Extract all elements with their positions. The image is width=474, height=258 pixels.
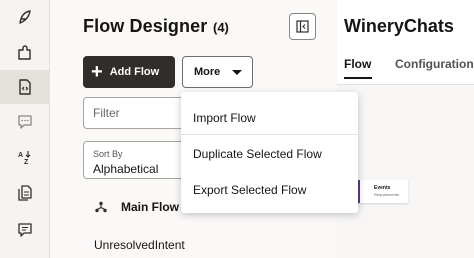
tabs-divider (337, 84, 474, 85)
caret-down-icon (232, 69, 243, 75)
feather-icon (19, 10, 31, 24)
menu-item-import-flow[interactable]: Import Flow (181, 100, 358, 136)
active-tab-indicator (344, 77, 372, 79)
sidebar-item-resources[interactable] (0, 176, 50, 210)
sidebar-item-translation[interactable]: A Z (0, 140, 50, 174)
sidebar-item-flows[interactable] (0, 70, 50, 104)
sidebar-item-conversation[interactable] (0, 105, 50, 139)
main-flow-item[interactable]: Main Flow (95, 200, 179, 214)
flow-list-item[interactable]: UnresolvedIntent (94, 238, 185, 252)
sidebar-item-insights[interactable] (0, 213, 50, 247)
sidebar-item-components[interactable] (0, 36, 50, 70)
more-label: More (194, 66, 221, 78)
add-flow-label: Add Flow (109, 66, 160, 78)
page-title: Flow Designer (83, 16, 208, 36)
tab-configuration[interactable]: Configuration (395, 57, 474, 71)
puzzle-icon (18, 45, 31, 60)
add-flow-button[interactable]: + Add Flow (83, 56, 175, 88)
flow-node-subtitle: Requirements (374, 192, 399, 197)
sort-by-value: Alphabetical (93, 162, 159, 176)
sort-by-caption: Sort By (93, 149, 123, 159)
plus-icon: + (91, 61, 103, 83)
sort-by-select[interactable]: Sort By Alphabetical (83, 141, 193, 179)
sidebar-item-feather[interactable] (0, 1, 50, 35)
flow-node-title: Events (374, 185, 391, 191)
documents-icon (18, 185, 32, 201)
sort-az-icon: A Z (18, 151, 31, 166)
chat-bubble-icon (18, 115, 32, 129)
flow-node[interactable]: Events Requirements (357, 180, 408, 203)
collapse-panel-icon (296, 20, 309, 33)
collapse-panel-button[interactable] (289, 13, 316, 40)
more-button[interactable]: More (182, 56, 253, 88)
menu-item-duplicate-flow[interactable]: Duplicate Selected Flow (181, 136, 358, 172)
svg-text:A: A (18, 152, 23, 159)
main-flow-label: Main Flow (121, 200, 179, 214)
flow-tree-icon (95, 201, 107, 213)
comment-icon (18, 223, 32, 237)
filter-input[interactable]: Filter (83, 97, 193, 129)
flow-count: (4) (213, 20, 229, 35)
svg-text:Z: Z (24, 159, 29, 166)
left-nav-rail: A Z (0, 0, 50, 258)
bot-name: WineryChats (344, 16, 454, 36)
menu-item-export-flow[interactable]: Export Selected Flow (181, 172, 358, 208)
menu-divider (181, 134, 358, 135)
more-dropdown-menu: Import Flow Duplicate Selected Flow Expo… (181, 92, 358, 213)
flow-document-icon (19, 79, 31, 95)
tab-flow[interactable]: Flow (344, 57, 371, 71)
filter-placeholder: Filter (93, 106, 120, 120)
